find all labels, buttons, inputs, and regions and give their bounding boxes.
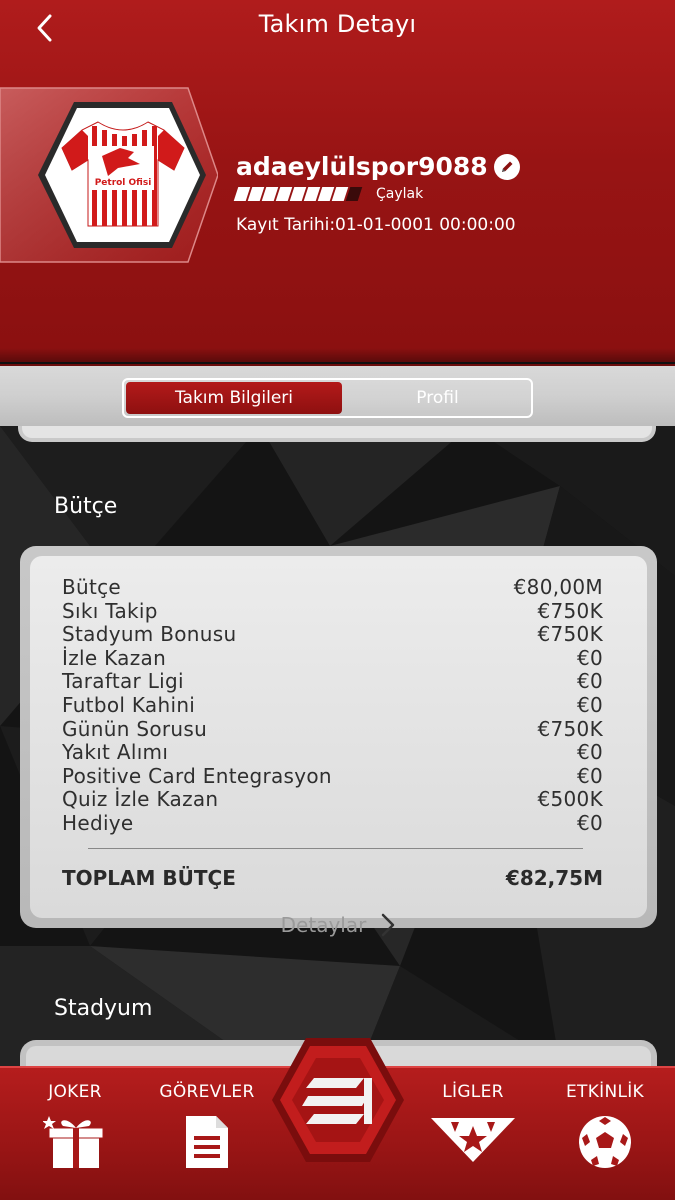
budget-row-label: Sıkı Takip	[62, 598, 158, 623]
budget-row-label: Quiz İzle Kazan	[62, 787, 219, 812]
nav-joker-label: JOKER	[48, 1082, 102, 1102]
budget-row-label: Stadyum Bonusu	[62, 622, 237, 647]
budget-row-value: €500K	[537, 787, 603, 812]
leagues-shield-icon	[431, 1118, 515, 1162]
budget-row: Hediye €0	[62, 810, 603, 836]
team-crest[interactable]: Petrol Ofisi	[0, 86, 219, 264]
budget-row-value: €0	[576, 763, 603, 788]
budget-row: Bütçe €80,00M	[62, 575, 603, 600]
level-label: Çaylak	[376, 186, 424, 202]
stadium-section-title: Stadyum	[54, 996, 153, 1021]
budget-row-value: €0	[576, 645, 603, 670]
nav-leagues[interactable]: LİGLER	[418, 1082, 528, 1164]
budget-list: Bütçe €80,00M Sıkı Takip €750K Stadyum Bonus…	[62, 575, 603, 836]
budget-row-label: Yakıt Alımı	[62, 740, 169, 765]
budget-row-label: Bütçe	[62, 575, 122, 599]
budget-card: Bütçe €80,00M Sıkı Takip €750K Stadyum Bonus…	[20, 546, 657, 937]
nav-joker[interactable]: JOKER	[20, 1082, 130, 1170]
budget-row-value: €0	[576, 810, 603, 835]
total-budget-label: TOPLAM BÜTÇE	[62, 866, 236, 890]
document-icon	[186, 1116, 228, 1168]
total-budget-row: TOPLAM BÜTÇE €82,75M	[62, 866, 603, 890]
nav-tasks[interactable]: GÖREVLER	[152, 1082, 262, 1170]
level-progress-bar	[233, 187, 363, 201]
budget-row: Günün Sorusu €750K	[62, 716, 603, 742]
tab-team-info[interactable]: Takım Bilgileri	[126, 382, 342, 414]
budget-row-label: Taraftar Ligi	[62, 669, 184, 694]
budget-row: Taraftar Ligi €0	[62, 670, 603, 694]
budget-row-label: Positive Card Entegrasyon	[62, 763, 332, 788]
budget-row-label: Hediye	[62, 810, 134, 835]
registration-date: Kayıt Tarihi:01-01-0001 00:00:00	[236, 215, 516, 235]
tab-strip: Takım Bilgileri Profil	[0, 364, 675, 426]
details-label: Detaylar	[280, 913, 367, 937]
budget-row-value: €750K	[537, 622, 603, 647]
tab-group: Takım Bilgileri Profil	[122, 378, 533, 418]
team-header: Takım Detayı Petrol Ofisi adaeylülspor90…	[0, 0, 675, 362]
nav-events-label: ETKİNLİK	[565, 1082, 645, 1102]
budget-row-value: €80,00M	[513, 575, 603, 599]
budget-row-value: €0	[576, 740, 603, 765]
budget-row-value: €0	[576, 669, 603, 694]
nav-leagues-label: LİGLER	[442, 1082, 504, 1102]
level-segment	[345, 187, 363, 201]
budget-row: Sıkı Takip €750K	[62, 598, 603, 624]
divider	[88, 848, 583, 849]
edit-icon[interactable]	[493, 153, 520, 180]
budget-row: Futbol Kahini €0	[62, 692, 603, 718]
budget-row-value: €750K	[537, 598, 603, 623]
page-title: Takım Detayı	[258, 10, 417, 38]
svg-text:Petrol Ofisi: Petrol Ofisi	[95, 178, 152, 188]
budget-row: Yakıt Alımı €0	[62, 741, 603, 765]
tab-profile[interactable]: Profil	[344, 380, 531, 416]
budget-row-label: Futbol Kahini	[62, 692, 196, 717]
budget-row-value: €750K	[537, 716, 603, 741]
nav-events[interactable]: ETKİNLİK	[550, 1082, 660, 1170]
scroll-content[interactable]: Bütçe Bütçe €80,00M Sıkı Takip €750K Stadyum…	[0, 426, 675, 1066]
app-logo-icon	[272, 1038, 404, 1162]
budget-row: İzle Kazan €0	[62, 645, 603, 671]
budget-row: Positive Card Entegrasyon €0	[62, 763, 603, 789]
level-indicator: Çaylak	[233, 186, 424, 202]
budget-row: Stadyum Bonusu €750K	[62, 623, 603, 647]
budget-row-label: İzle Kazan	[62, 645, 167, 670]
budget-row-label: Günün Sorusu	[62, 716, 208, 741]
previous-card-bottom	[18, 426, 656, 442]
budget-row-value: €0	[576, 692, 603, 717]
total-budget-value: €82,75M	[505, 866, 603, 890]
team-name: adaeylülspor9088	[236, 152, 520, 181]
nav-tasks-label: GÖREVLER	[159, 1082, 255, 1102]
budget-row: Quiz İzle Kazan €500K	[62, 788, 603, 812]
team-name-text: adaeylülspor9088	[236, 152, 488, 181]
gift-icon	[43, 1116, 104, 1168]
soccer-ball-icon	[579, 1116, 631, 1168]
chevron-right-icon	[382, 913, 395, 937]
budget-section-title: Bütçe	[54, 494, 118, 519]
home-logo-button[interactable]	[260, 1030, 416, 1170]
details-button[interactable]: Detaylar	[30, 912, 647, 938]
